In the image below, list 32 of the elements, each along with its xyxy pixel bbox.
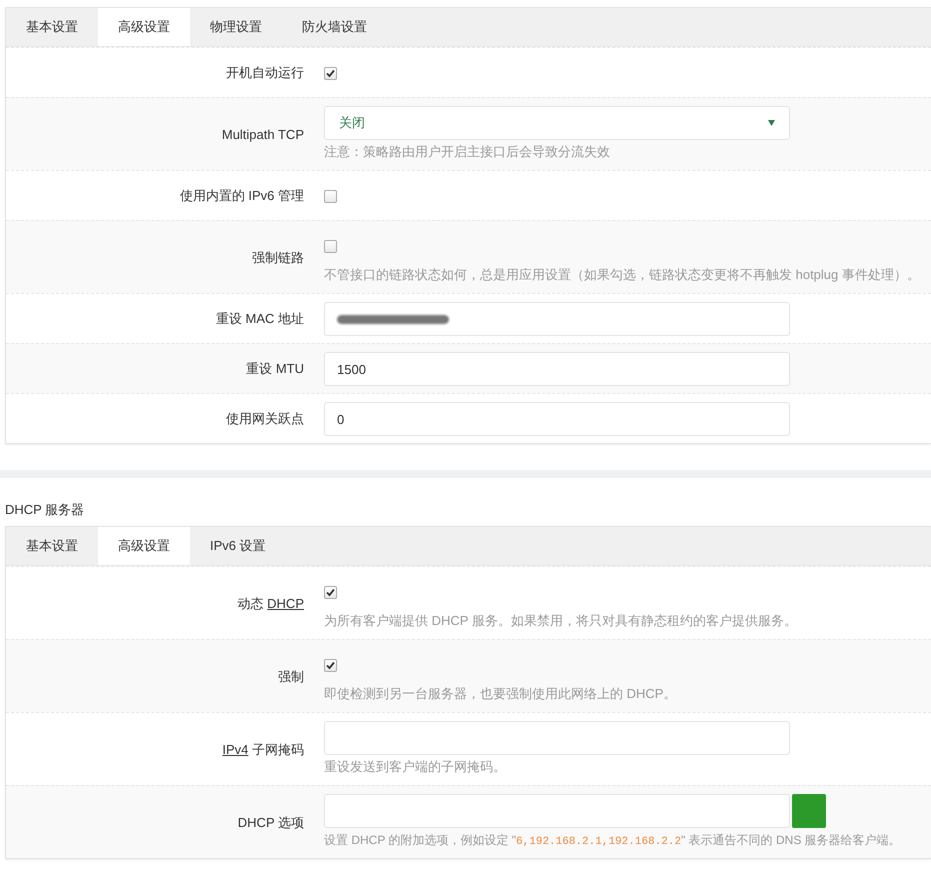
checkbox[interactable] bbox=[324, 658, 337, 672]
field-label: 强制 bbox=[277, 668, 304, 686]
field-label: 动态 DHCP bbox=[236, 594, 304, 612]
section-title: DHCP 服务器 bbox=[4, 501, 86, 519]
field-hint: 设置 DHCP 的附加选项，例如设定 "6,192.168.2.1,192.168.2.2" 表示通告不同的 DNS 服务器给客户端。 bbox=[324, 832, 902, 849]
field-label: 使用网关跃点 bbox=[225, 410, 304, 428]
input-field[interactable] bbox=[324, 721, 790, 755]
field-hint: 即使检测到另一台服务器，也要强制使用此网络上的 DHCP。 bbox=[324, 685, 678, 703]
caret-icon bbox=[768, 120, 775, 126]
select-field[interactable]: 关闭 bbox=[324, 106, 790, 140]
input-field[interactable]: 0 bbox=[324, 402, 790, 436]
tab[interactable]: 高级设置 bbox=[98, 527, 190, 565]
field-label: DHCP 选项 bbox=[236, 814, 304, 832]
field-label: 重设 MTU bbox=[245, 360, 304, 378]
field-hint: 注意：策略路由用户开启主接口后会导致分流失效 bbox=[324, 143, 611, 161]
field-hint: 不管接口的链路状态如何，总是用应用设置（如果勾选，链路状态变更将不再触发 hotplug 事件处理）。 bbox=[324, 266, 921, 284]
field-label: 重设 MAC 地址 bbox=[214, 310, 304, 328]
field-label: 使用内置的 IPv6 管理 bbox=[178, 187, 304, 205]
checkbox[interactable] bbox=[324, 586, 337, 598]
tab[interactable]: 高级设置 bbox=[98, 8, 190, 46]
input-field[interactable]: 1500 bbox=[324, 352, 790, 386]
input-field[interactable] bbox=[324, 794, 790, 828]
field-label: IPv4 子网掩码 bbox=[221, 740, 304, 758]
input-field[interactable] bbox=[324, 302, 790, 336]
field-label: 开机自动运行 bbox=[225, 64, 304, 82]
field-hint: 重设发送到客户端的子网掩码。 bbox=[324, 758, 507, 776]
field-label: 强制链路 bbox=[251, 248, 304, 266]
checkbox[interactable] bbox=[324, 190, 337, 202]
checkbox[interactable] bbox=[324, 66, 337, 80]
field-label: Multipath TCP bbox=[220, 126, 304, 144]
field-hint: 为所有客户端提供 DHCP 服务。如果禁用，将只对具有静态租约的客户提供服务。 bbox=[324, 612, 798, 630]
checkbox[interactable] bbox=[324, 240, 337, 252]
